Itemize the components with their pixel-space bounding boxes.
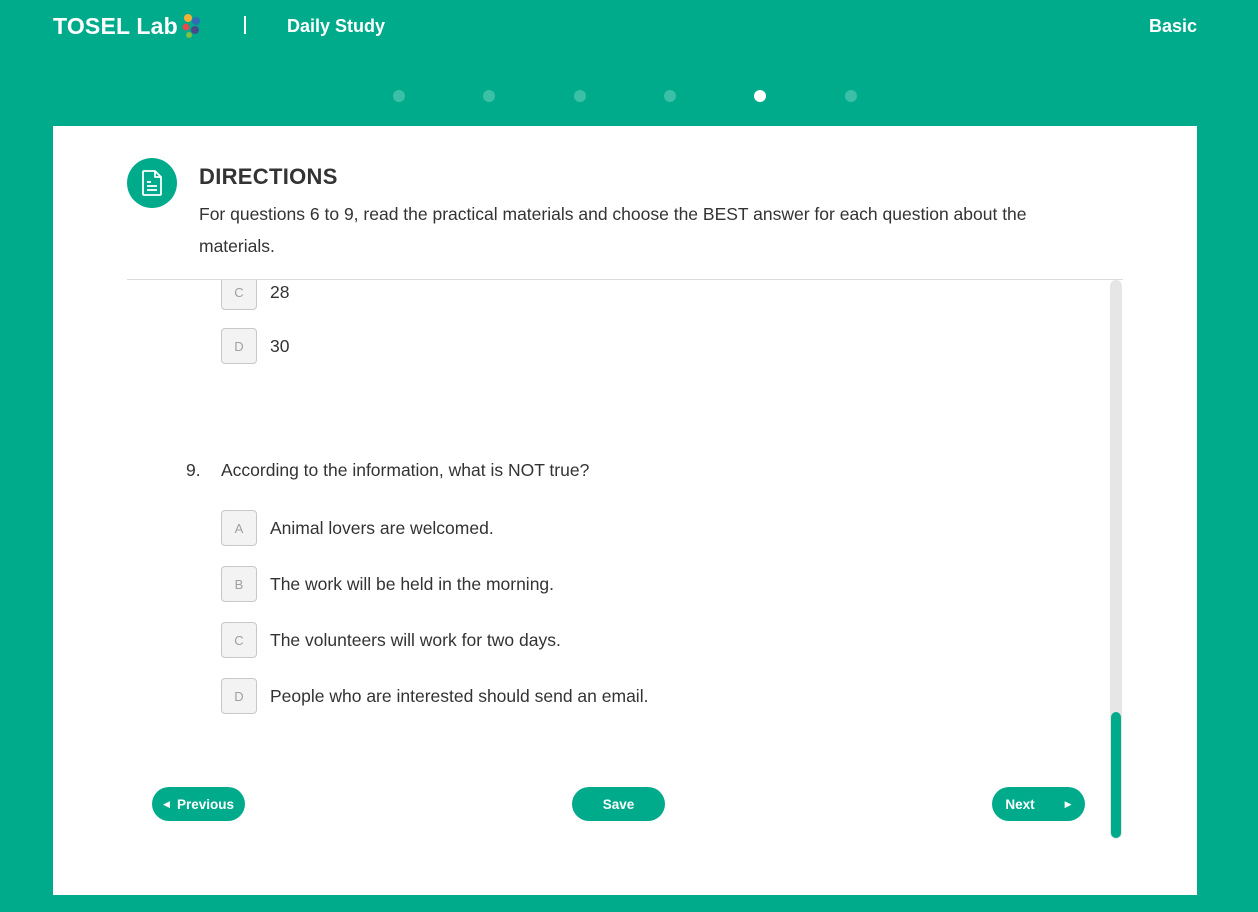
progress-dot-5[interactable]	[754, 90, 766, 102]
next-button-label: Next	[1005, 796, 1035, 812]
progress-dot-3[interactable]	[574, 90, 586, 102]
section-title[interactable]: Daily Study	[287, 16, 385, 37]
progress-dot-2[interactable]	[483, 90, 495, 102]
question-scroll-area[interactable]: C 28 D 30 9. According to the informatio…	[127, 280, 1127, 840]
progress-dot-1[interactable]	[393, 90, 405, 102]
question-card: DIRECTIONS For questions 6 to 9, read th…	[53, 126, 1197, 895]
brand-name: TOSEL Lab	[53, 13, 178, 39]
option-text[interactable]: The volunteers will work for two days.	[270, 630, 561, 651]
option-d[interactable]: D People who are interested should send …	[221, 678, 648, 714]
previous-button[interactable]: ◀ Previous	[152, 787, 245, 821]
directions-text: For questions 6 to 9, read the practical…	[199, 204, 1027, 256]
progress-dots	[0, 90, 1258, 102]
tosel-logo-icon	[182, 14, 200, 38]
top-bar: TOSEL Lab Daily Study Basic	[0, 0, 1258, 60]
option-letter-box[interactable]: C	[221, 622, 257, 658]
option-letter-box[interactable]: D	[221, 328, 257, 364]
option-text[interactable]: Animal lovers are welcomed.	[270, 518, 494, 539]
scrollbar-thumb[interactable]	[1111, 712, 1121, 838]
option-a[interactable]: A Animal lovers are welcomed.	[221, 510, 494, 546]
question-text: According to the information, what is NO…	[221, 460, 590, 480]
prev-option-d[interactable]: D 30	[221, 328, 289, 364]
question-number: 9.	[186, 460, 201, 480]
option-text[interactable]: People who are interested should send an…	[270, 686, 648, 707]
option-text[interactable]: 30	[270, 336, 289, 357]
arrow-right-icon: ▶	[1064, 798, 1072, 809]
save-button-label: Save	[602, 796, 635, 812]
header-divider	[244, 16, 246, 34]
save-button[interactable]: Save	[572, 787, 665, 821]
prev-option-c[interactable]: C 28	[221, 280, 289, 310]
option-letter-box[interactable]: D	[221, 678, 257, 714]
option-b[interactable]: B The work will be held in the morning.	[221, 566, 554, 602]
option-text[interactable]: The work will be held in the morning.	[270, 574, 554, 595]
previous-button-label: Previous	[176, 796, 234, 812]
option-text[interactable]: 28	[270, 282, 289, 303]
progress-dot-6[interactable]	[845, 90, 857, 102]
progress-dot-4[interactable]	[664, 90, 676, 102]
level-label: Basic	[1148, 16, 1197, 36]
arrow-left-icon: ◀	[163, 798, 170, 809]
option-letter-box[interactable]: A	[221, 510, 257, 546]
option-letter-box[interactable]: C	[221, 280, 257, 310]
option-c[interactable]: C The volunteers will work for two days.	[221, 622, 561, 658]
directions-title: DIRECTIONS	[199, 164, 338, 189]
option-letter-box[interactable]: B	[221, 566, 257, 602]
directions-badge	[127, 158, 177, 208]
document-icon	[142, 170, 162, 196]
next-button[interactable]: Next ▶	[992, 787, 1085, 821]
